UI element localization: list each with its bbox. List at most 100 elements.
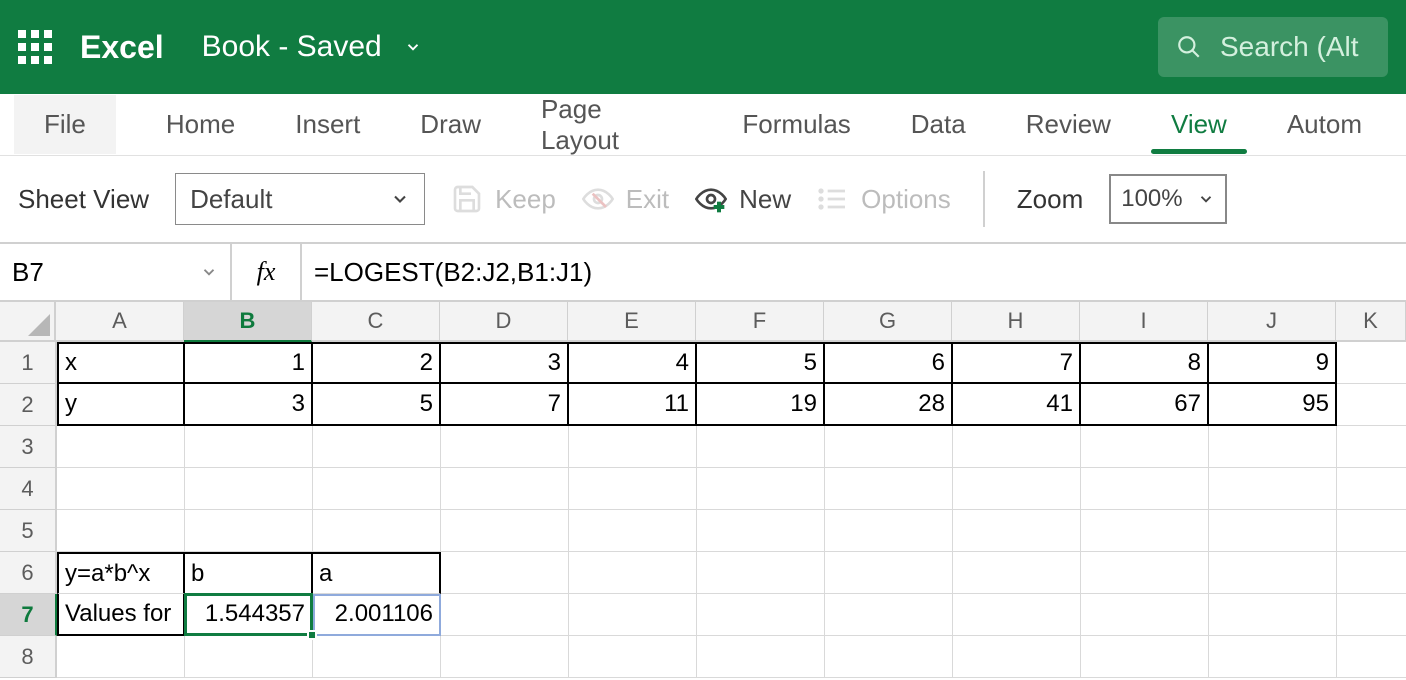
cell-c8[interactable] [313,636,441,678]
cell-f2[interactable]: 19 [697,384,825,426]
cell-j6[interactable] [1209,552,1337,594]
cell-c4[interactable] [313,468,441,510]
cell-e3[interactable] [569,426,697,468]
cell-a2[interactable]: y [57,384,185,426]
cell-g2[interactable]: 28 [825,384,953,426]
cell-d8[interactable] [441,636,569,678]
cell-a7[interactable]: Values for [57,594,185,636]
cell-j7[interactable] [1209,594,1337,636]
cell-f1[interactable]: 5 [697,342,825,384]
cell-c3[interactable] [313,426,441,468]
cell-d7[interactable] [441,594,569,636]
cell-i7[interactable] [1081,594,1209,636]
col-header-a[interactable]: A [56,302,184,342]
cell-a3[interactable] [57,426,185,468]
cell-k1[interactable] [1337,342,1406,384]
cell-k6[interactable] [1337,552,1406,594]
cell-b1[interactable]: 1 [185,342,313,384]
cell-a1[interactable]: x [57,342,185,384]
cell-i2[interactable]: 67 [1081,384,1209,426]
cell-d3[interactable] [441,426,569,468]
cell-i5[interactable] [1081,510,1209,552]
cell-f6[interactable] [697,552,825,594]
cell-k7[interactable] [1337,594,1406,636]
cell-a4[interactable] [57,468,185,510]
cell-a5[interactable] [57,510,185,552]
cell-h3[interactable] [953,426,1081,468]
col-header-f[interactable]: F [696,302,824,342]
cell-c6[interactable]: a [313,552,441,594]
row-header-2[interactable]: 2 [0,384,57,426]
col-header-b[interactable]: B [184,302,312,342]
row-header-4[interactable]: 4 [0,468,57,510]
cell-d4[interactable] [441,468,569,510]
cell-i1[interactable]: 8 [1081,342,1209,384]
cell-d1[interactable]: 3 [441,342,569,384]
cell-d6[interactable] [441,552,569,594]
row-header-1[interactable]: 1 [0,342,57,384]
cell-e8[interactable] [569,636,697,678]
cell-g1[interactable]: 6 [825,342,953,384]
fx-label[interactable]: fx [232,244,302,300]
tab-draw[interactable]: Draw [390,95,511,154]
row-header-3[interactable]: 3 [0,426,57,468]
cell-b7[interactable]: 1.544357 [185,594,313,636]
cell-f5[interactable] [697,510,825,552]
cell-e2[interactable]: 11 [569,384,697,426]
cell-k8[interactable] [1337,636,1406,678]
tab-review[interactable]: Review [996,95,1141,154]
cell-i3[interactable] [1081,426,1209,468]
cell-b3[interactable] [185,426,313,468]
cell-h5[interactable] [953,510,1081,552]
cell-i8[interactable] [1081,636,1209,678]
cell-h7[interactable] [953,594,1081,636]
app-launcher-icon[interactable] [18,30,52,64]
tab-home[interactable]: Home [136,95,265,154]
zoom-select[interactable]: 100% [1109,174,1227,224]
col-header-k[interactable]: K [1336,302,1406,342]
cell-e4[interactable] [569,468,697,510]
col-header-c[interactable]: C [312,302,440,342]
cell-k4[interactable] [1337,468,1406,510]
cell-j3[interactable] [1209,426,1337,468]
cell-e5[interactable] [569,510,697,552]
cell-e7[interactable] [569,594,697,636]
cell-g5[interactable] [825,510,953,552]
cell-f4[interactable] [697,468,825,510]
cell-b2[interactable]: 3 [185,384,313,426]
col-header-h[interactable]: H [952,302,1080,342]
row-header-5[interactable]: 5 [0,510,57,552]
document-name[interactable]: Book - Saved [202,30,422,64]
cell-c1[interactable]: 2 [313,342,441,384]
cell-j4[interactable] [1209,468,1337,510]
cell-b6[interactable]: b [185,552,313,594]
cell-j5[interactable] [1209,510,1337,552]
cell-c2[interactable]: 5 [313,384,441,426]
cell-b4[interactable] [185,468,313,510]
tab-view[interactable]: View [1141,95,1257,154]
spreadsheet-grid[interactable]: A B C D E F G H I J K 1 2 3 4 5 6 7 8 x [0,302,1406,678]
cell-h6[interactable] [953,552,1081,594]
sheet-view-select[interactable]: Default [175,173,425,225]
tab-file[interactable]: File [14,95,116,154]
cell-e6[interactable] [569,552,697,594]
cell-b8[interactable] [185,636,313,678]
cell-k3[interactable] [1337,426,1406,468]
select-all-corner[interactable] [0,302,56,342]
cell-h2[interactable]: 41 [953,384,1081,426]
cell-h8[interactable] [953,636,1081,678]
tab-insert[interactable]: Insert [265,95,390,154]
cell-k5[interactable] [1337,510,1406,552]
cell-b5[interactable] [185,510,313,552]
cell-j8[interactable] [1209,636,1337,678]
cell-i6[interactable] [1081,552,1209,594]
cell-i4[interactable] [1081,468,1209,510]
row-header-7[interactable]: 7 [0,594,57,636]
new-button[interactable]: New [695,183,791,215]
col-header-g[interactable]: G [824,302,952,342]
col-header-i[interactable]: I [1080,302,1208,342]
cell-e1[interactable]: 4 [569,342,697,384]
cell-f3[interactable] [697,426,825,468]
row-header-6[interactable]: 6 [0,552,57,594]
cell-j2[interactable]: 95 [1209,384,1337,426]
